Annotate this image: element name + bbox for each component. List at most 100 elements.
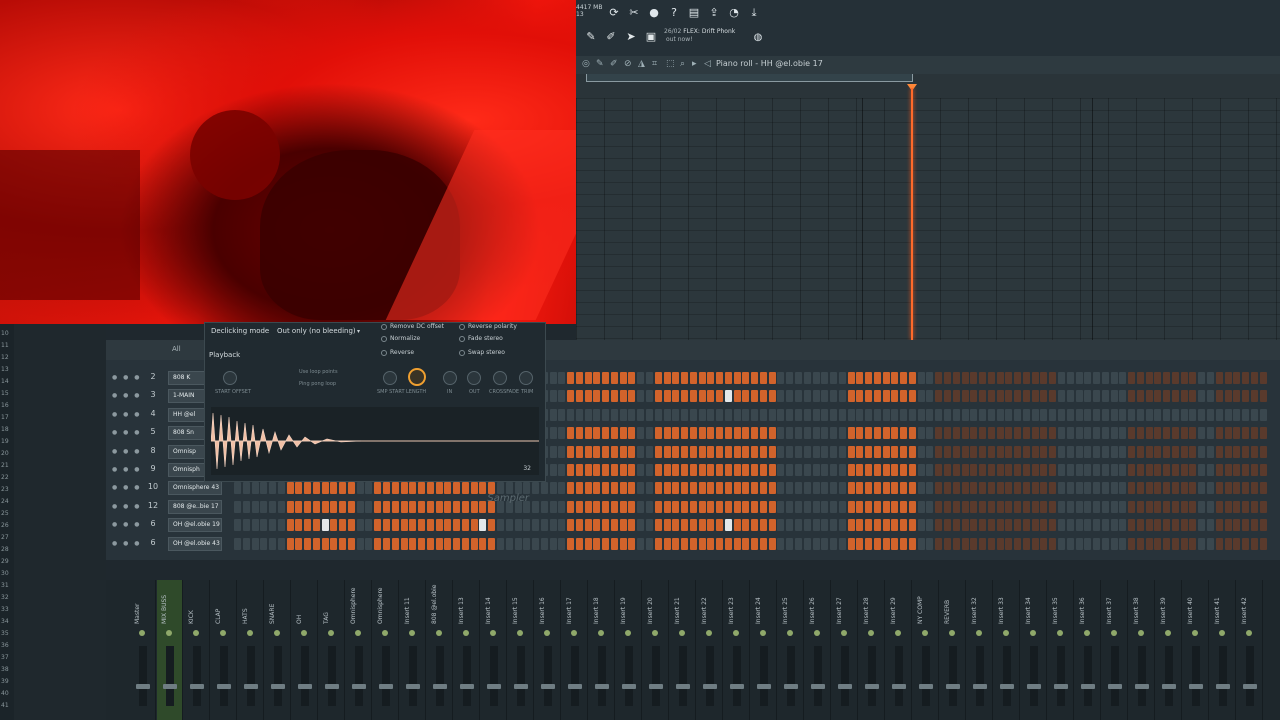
step-button[interactable] <box>1049 445 1057 458</box>
step-button[interactable] <box>838 519 846 532</box>
step-button[interactable] <box>759 372 767 384</box>
step-button[interactable] <box>575 427 583 440</box>
step-button[interactable] <box>1101 390 1109 403</box>
step-button[interactable] <box>865 427 873 440</box>
chat-icon[interactable]: ◔ <box>726 5 742 21</box>
step-button[interactable] <box>803 464 811 476</box>
step-button[interactable] <box>672 408 680 421</box>
step-button[interactable] <box>873 482 881 495</box>
step-button[interactable] <box>1136 482 1144 495</box>
step-button[interactable] <box>759 500 767 513</box>
step-button[interactable] <box>1163 482 1171 495</box>
step-button[interactable] <box>1198 500 1206 513</box>
step-button[interactable] <box>374 500 382 513</box>
channel-controls[interactable]: ● ● ● <box>112 411 142 418</box>
step-button[interactable] <box>733 372 741 384</box>
step-button[interactable] <box>926 537 934 550</box>
mixer-strip-led[interactable] <box>382 630 388 636</box>
step-button[interactable] <box>1066 519 1074 532</box>
mixer-strip-led[interactable] <box>598 630 604 636</box>
step-button[interactable] <box>1206 500 1214 513</box>
step-button[interactable] <box>269 482 277 495</box>
step-button[interactable] <box>1075 390 1083 403</box>
step-button[interactable] <box>891 445 899 458</box>
mixer-strip-led[interactable] <box>1165 630 1171 636</box>
step-button[interactable] <box>838 500 846 513</box>
mixer-strip-led[interactable] <box>301 630 307 636</box>
step-button[interactable] <box>1180 482 1188 495</box>
mixer-fader-track[interactable] <box>193 646 201 706</box>
step-button[interactable] <box>1163 500 1171 513</box>
step-button[interactable] <box>234 519 241 532</box>
step-button[interactable] <box>838 537 846 550</box>
ping-pong-loop-option[interactable]: Ping pong loop <box>299 381 336 387</box>
step-button[interactable] <box>944 482 952 495</box>
step-button[interactable] <box>654 408 662 421</box>
step-button[interactable] <box>672 482 680 495</box>
step-button[interactable] <box>926 500 934 513</box>
step-button[interactable] <box>856 482 864 495</box>
step-button[interactable] <box>1171 500 1179 513</box>
mixer-strip[interactable]: Insert 27 <box>832 580 858 720</box>
step-button[interactable] <box>698 372 706 384</box>
mixer-fader-track[interactable] <box>1057 646 1065 706</box>
step-button[interactable] <box>1031 464 1039 476</box>
step-button[interactable] <box>1145 445 1153 458</box>
step-button[interactable] <box>1014 445 1022 458</box>
mixer-strip-led[interactable] <box>1084 630 1090 636</box>
step-button[interactable] <box>707 464 715 476</box>
step-button[interactable] <box>1136 464 1144 476</box>
step-button[interactable] <box>1154 372 1162 384</box>
step-button[interactable] <box>733 464 741 476</box>
step-button[interactable] <box>961 427 969 440</box>
step-button[interactable] <box>304 519 312 532</box>
step-button[interactable] <box>917 372 925 384</box>
mixer-fader-handle[interactable] <box>946 684 960 689</box>
step-button[interactable] <box>540 500 548 513</box>
step-button[interactable] <box>865 537 873 550</box>
step-button[interactable] <box>689 372 697 384</box>
step-button[interactable] <box>1242 445 1250 458</box>
step-button[interactable] <box>1224 537 1232 550</box>
step-button[interactable] <box>1031 482 1039 495</box>
step-button[interactable] <box>426 537 434 550</box>
step-button[interactable] <box>908 519 916 532</box>
step-button[interactable] <box>1031 500 1039 513</box>
step-button[interactable] <box>1136 427 1144 440</box>
step-button[interactable] <box>926 482 934 495</box>
step-button[interactable] <box>856 390 864 403</box>
step-button[interactable] <box>865 408 873 421</box>
step-button[interactable] <box>1110 464 1118 476</box>
step-button[interactable] <box>251 500 259 513</box>
step-button[interactable] <box>286 500 294 513</box>
note-grid[interactable] <box>576 98 1280 340</box>
zoom-icon[interactable]: ⌕ <box>680 59 685 69</box>
step-button[interactable] <box>1075 464 1083 476</box>
step-button[interactable] <box>312 500 320 513</box>
step-button[interactable] <box>882 445 890 458</box>
step-sequencer[interactable] <box>234 519 1268 532</box>
step-button[interactable] <box>917 427 925 440</box>
step-button[interactable] <box>1224 408 1232 421</box>
mixer-strip-led[interactable] <box>922 630 928 636</box>
mixer-strip-led[interactable] <box>463 630 469 636</box>
step-button[interactable] <box>847 390 855 403</box>
step-button[interactable] <box>812 464 820 476</box>
step-button[interactable] <box>1189 390 1197 403</box>
step-button[interactable] <box>654 390 662 403</box>
step-button[interactable] <box>1242 500 1250 513</box>
step-button[interactable] <box>1075 519 1083 532</box>
step-button[interactable] <box>812 519 820 532</box>
step-button[interactable] <box>260 500 268 513</box>
step-button[interactable] <box>374 482 382 495</box>
step-button[interactable] <box>847 445 855 458</box>
mixer-fader-track[interactable] <box>760 646 768 706</box>
step-button[interactable] <box>1075 372 1083 384</box>
step-button[interactable] <box>365 482 373 495</box>
step-button[interactable] <box>952 427 960 440</box>
step-button[interactable] <box>672 519 680 532</box>
step-button[interactable] <box>645 519 653 532</box>
step-button[interactable] <box>1101 464 1109 476</box>
step-button[interactable] <box>689 390 697 403</box>
step-button[interactable] <box>602 408 610 421</box>
